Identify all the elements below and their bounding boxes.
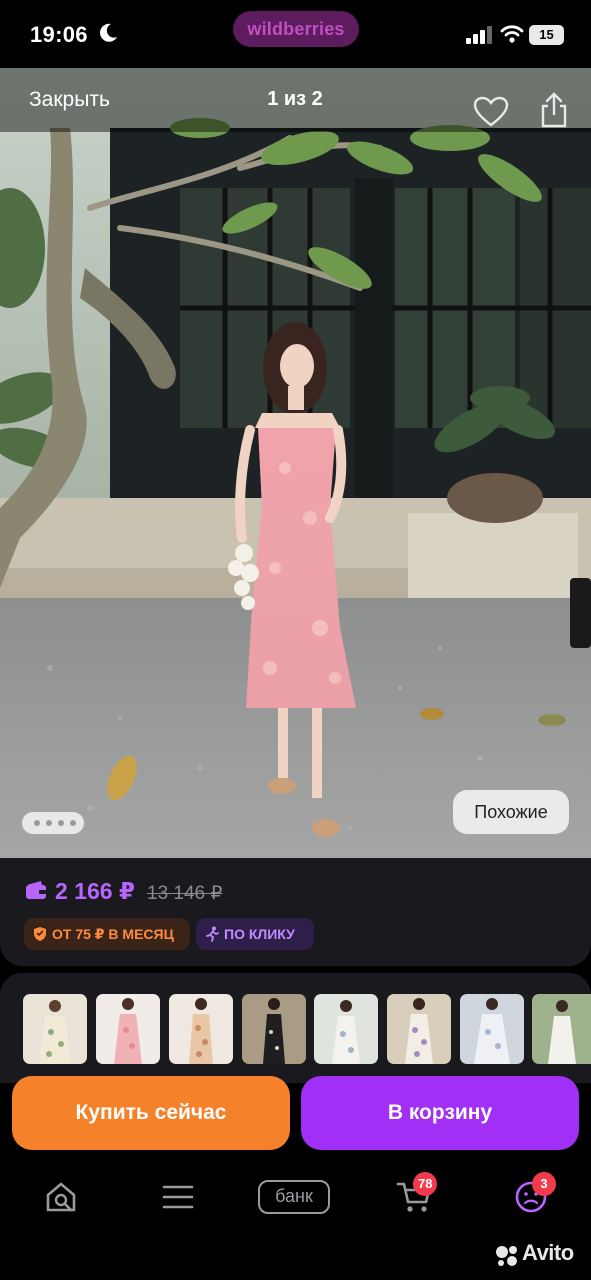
pagination-dot [70, 820, 76, 826]
similar-product-thumbnail[interactable] [460, 994, 524, 1064]
share-icon[interactable] [539, 92, 569, 128]
installment-badge[interactable]: ОТ 75 ₽ В МЕСЯЦ [24, 918, 190, 950]
avito-logo-icon [496, 1246, 517, 1266]
pagination-dot [34, 820, 40, 826]
image-pagination-dots [22, 812, 84, 834]
installment-label: ОТ 75 ₽ В МЕСЯЦ [52, 926, 174, 942]
close-button[interactable]: Закрыть [29, 88, 110, 112]
home-search-icon[interactable] [44, 1180, 78, 1214]
thumbnail-image [387, 994, 451, 1064]
status-time: 19:06 [30, 22, 88, 47]
heart-icon[interactable] [473, 96, 509, 128]
thumbnail-image [23, 994, 87, 1064]
wallet-icon [26, 881, 46, 899]
battery-indicator: 15 [529, 25, 564, 45]
similar-button[interactable]: Похожие [453, 790, 569, 834]
thumbnail-image [532, 994, 591, 1064]
one-click-label: ПО КЛИКУ [224, 926, 295, 942]
image-counter: 1 из 2 [267, 88, 323, 110]
similar-product-thumbnail[interactable] [96, 994, 160, 1064]
thumbnail-image [169, 994, 233, 1064]
photo-scene [0, 68, 591, 858]
add-to-cart-button[interactable]: В корзину [301, 1076, 579, 1150]
thumbnail-image [314, 994, 378, 1064]
wifi-icon [500, 25, 524, 43]
pagination-dot [46, 820, 52, 826]
pagination-dot [58, 820, 64, 826]
similar-product-thumbnail[interactable] [387, 994, 451, 1064]
avito-watermark: Avito [522, 1240, 574, 1265]
thumbnail-image [96, 994, 160, 1064]
profile-notification-badge: 3 [532, 1172, 556, 1196]
current-price: 2 166 ₽ [55, 878, 135, 904]
menu-icon[interactable] [162, 1184, 194, 1210]
similar-product-thumbnail[interactable] [314, 994, 378, 1064]
running-person-icon [206, 926, 219, 942]
old-price: 13 146 ₽ [147, 883, 223, 904]
thumbnail-image [460, 994, 524, 1064]
product-photo[interactable] [0, 68, 591, 858]
similar-product-thumbnail[interactable] [532, 994, 591, 1064]
wildberries-logo: wildberries [233, 11, 359, 47]
cellular-signal-icon [466, 26, 492, 44]
shield-icon [34, 927, 46, 941]
similar-product-thumbnail[interactable] [23, 994, 87, 1064]
bank-tab[interactable]: банк [258, 1180, 330, 1214]
thumbnail-image [242, 994, 306, 1064]
one-click-badge[interactable]: ПО КЛИКУ [196, 918, 314, 950]
similar-product-thumbnail[interactable] [169, 994, 233, 1064]
similar-product-thumbnail[interactable] [242, 994, 306, 1064]
moon-icon [100, 23, 117, 42]
buy-now-button[interactable]: Купить сейчас [12, 1076, 290, 1150]
